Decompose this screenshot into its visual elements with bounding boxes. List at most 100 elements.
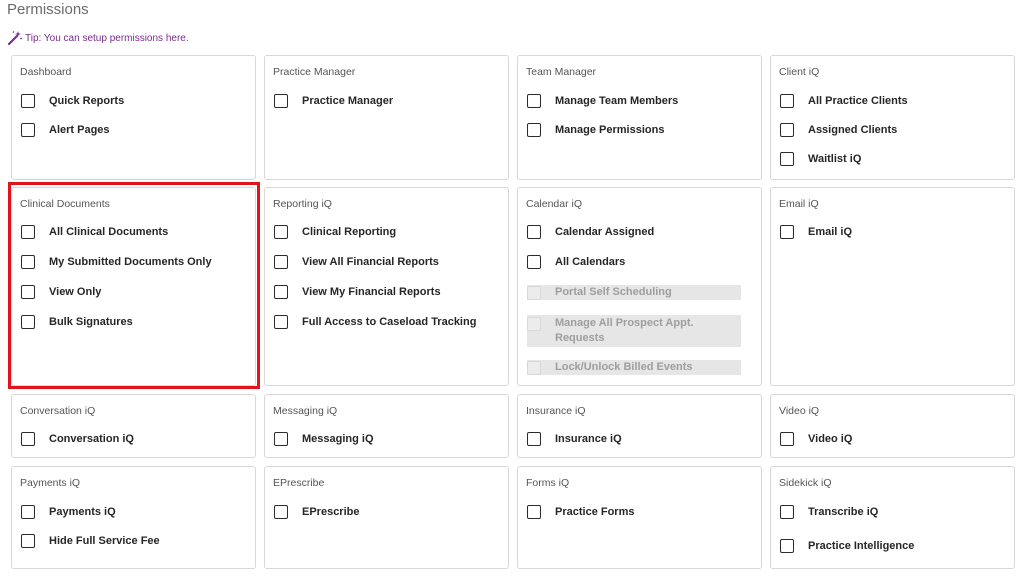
checkbox-disabled xyxy=(527,317,541,331)
permission-portal-self-scheduling: Portal Self Scheduling xyxy=(527,285,741,300)
permission-label: Assigned Clients xyxy=(808,124,898,136)
checkbox[interactable] xyxy=(780,225,794,239)
permission-all-clinical-documents[interactable]: All Clinical Documents xyxy=(21,222,168,242)
permission-transcribe-iq[interactable]: Transcribe iQ xyxy=(780,502,878,522)
card-title: Messaging iQ xyxy=(273,405,338,417)
permission-label: Practice Manager xyxy=(302,95,394,107)
permission-label: Waitlist iQ xyxy=(808,153,862,165)
permission-label: All Calendars xyxy=(555,256,626,268)
permission-manage-team-members[interactable]: Manage Team Members xyxy=(527,91,678,111)
permission-label: Transcribe iQ xyxy=(808,506,879,518)
permission-all-practice-clients[interactable]: All Practice Clients xyxy=(780,91,908,111)
checkbox[interactable] xyxy=(780,123,794,137)
checkbox[interactable] xyxy=(274,94,288,108)
permission-email-iq[interactable]: Email iQ xyxy=(780,222,852,242)
permission-clinical-reporting[interactable]: Clinical Reporting xyxy=(274,222,396,242)
permission-label: Video iQ xyxy=(808,433,853,445)
permission-label: Manage All Prospect Appt. Requests xyxy=(555,317,694,344)
checkbox[interactable] xyxy=(780,539,794,553)
checkbox[interactable] xyxy=(527,255,541,269)
checkbox[interactable] xyxy=(780,94,794,108)
permission-video-iq[interactable]: Video iQ xyxy=(780,429,852,449)
card-video-iq: Video iQ Video iQ xyxy=(770,394,1015,458)
card-email-iq: Email iQ Email iQ xyxy=(770,187,1015,386)
permission-messaging-iq[interactable]: Messaging iQ xyxy=(274,429,374,449)
checkbox[interactable] xyxy=(21,94,35,108)
permission-view-my-financial-reports[interactable]: View My Financial Reports xyxy=(274,282,441,302)
card-conversation-iq: Conversation iQ Conversation iQ xyxy=(11,394,256,458)
checkbox-disabled xyxy=(527,285,541,300)
permission-label: Hide Full Service Fee xyxy=(49,535,160,547)
checkbox[interactable] xyxy=(527,432,541,446)
card-reporting-iq: Reporting iQ Clinical Reporting View All… xyxy=(264,187,509,386)
permission-waitlist-iq[interactable]: Waitlist iQ xyxy=(780,149,861,169)
card-sidekick-iq: Sidekick iQ Transcribe iQ Practice Intel… xyxy=(770,466,1015,569)
checkbox[interactable] xyxy=(527,94,541,108)
permission-eprescribe[interactable]: EPrescribe xyxy=(274,502,359,522)
checkbox[interactable] xyxy=(527,123,541,137)
checkbox[interactable] xyxy=(274,505,288,519)
permission-label: Practice Intelligence xyxy=(808,540,915,552)
permission-quick-reports[interactable]: Quick Reports xyxy=(21,91,124,111)
permission-my-submitted-documents-only[interactable]: My Submitted Documents Only xyxy=(21,252,212,272)
permission-bulk-signatures[interactable]: Bulk Signatures xyxy=(21,312,133,332)
card-clinical-documents: Clinical Documents All Clinical Document… xyxy=(11,187,256,386)
checkbox[interactable] xyxy=(21,285,35,299)
checkbox[interactable] xyxy=(780,505,794,519)
permission-manage-permissions[interactable]: Manage Permissions xyxy=(527,120,664,140)
permission-alert-pages[interactable]: Alert Pages xyxy=(21,120,110,140)
checkbox[interactable] xyxy=(780,152,794,166)
card-title: Forms iQ xyxy=(526,477,570,489)
tip: Tip: You can setup permissions here. xyxy=(7,28,189,48)
permission-label: EPrescribe xyxy=(302,506,360,518)
permission-all-calendars[interactable]: All Calendars xyxy=(527,252,625,272)
permission-label: All Clinical Documents xyxy=(49,226,169,238)
card-title: Dashboard xyxy=(20,66,72,78)
permission-label: Practice Forms xyxy=(555,506,635,518)
checkbox[interactable] xyxy=(274,225,288,239)
checkbox[interactable] xyxy=(21,225,35,239)
checkbox[interactable] xyxy=(21,432,35,446)
permission-insurance-iq[interactable]: Insurance iQ xyxy=(527,429,622,449)
permission-manage-all-prospect-appt-requests: Manage All Prospect Appt. Requests xyxy=(527,315,741,347)
checkbox[interactable] xyxy=(274,285,288,299)
permission-full-access-caseload-tracking[interactable]: Full Access to Caseload Tracking xyxy=(274,312,476,332)
permission-view-only[interactable]: View Only xyxy=(21,282,101,302)
checkbox[interactable] xyxy=(21,255,35,269)
permission-conversation-iq[interactable]: Conversation iQ xyxy=(21,429,134,449)
card-title: Client iQ xyxy=(779,66,820,78)
card-insurance-iq: Insurance iQ Insurance iQ xyxy=(517,394,762,458)
card-practice-manager: Practice Manager Practice Manager xyxy=(264,55,509,180)
checkbox[interactable] xyxy=(21,534,35,548)
permission-hide-full-service-fee[interactable]: Hide Full Service Fee xyxy=(21,531,160,551)
card-payments-iq: Payments iQ Payments iQ Hide Full Servic… xyxy=(11,466,256,569)
permission-calendar-assigned[interactable]: Calendar Assigned xyxy=(527,222,654,242)
permission-label: View Only xyxy=(49,286,102,298)
checkbox[interactable] xyxy=(527,505,541,519)
permission-practice-intelligence[interactable]: Practice Intelligence xyxy=(780,536,914,556)
card-title: Video iQ xyxy=(779,405,820,417)
permission-practice-manager[interactable]: Practice Manager xyxy=(274,91,393,111)
permission-label: View All Financial Reports xyxy=(302,256,439,268)
checkbox[interactable] xyxy=(780,432,794,446)
permission-label: All Practice Clients xyxy=(808,95,908,107)
permission-view-all-financial-reports[interactable]: View All Financial Reports xyxy=(274,252,439,272)
checkbox[interactable] xyxy=(21,123,35,137)
checkbox[interactable] xyxy=(21,505,35,519)
card-title: Email iQ xyxy=(779,198,819,210)
checkbox-disabled xyxy=(527,360,541,375)
permission-practice-forms[interactable]: Practice Forms xyxy=(527,502,634,522)
checkbox[interactable] xyxy=(274,315,288,329)
checkbox[interactable] xyxy=(274,432,288,446)
checkbox[interactable] xyxy=(274,255,288,269)
checkbox[interactable] xyxy=(21,315,35,329)
checkbox[interactable] xyxy=(527,225,541,239)
card-title: Team Manager xyxy=(526,66,597,78)
permission-label: Conversation iQ xyxy=(49,433,134,445)
permission-payments-iq[interactable]: Payments iQ xyxy=(21,502,116,522)
permission-assigned-clients[interactable]: Assigned Clients xyxy=(780,120,897,140)
permission-label: Bulk Signatures xyxy=(49,316,133,328)
card-title: Insurance iQ xyxy=(526,405,586,417)
card-title: EPrescribe xyxy=(273,477,325,489)
permission-label: Email iQ xyxy=(808,226,853,238)
